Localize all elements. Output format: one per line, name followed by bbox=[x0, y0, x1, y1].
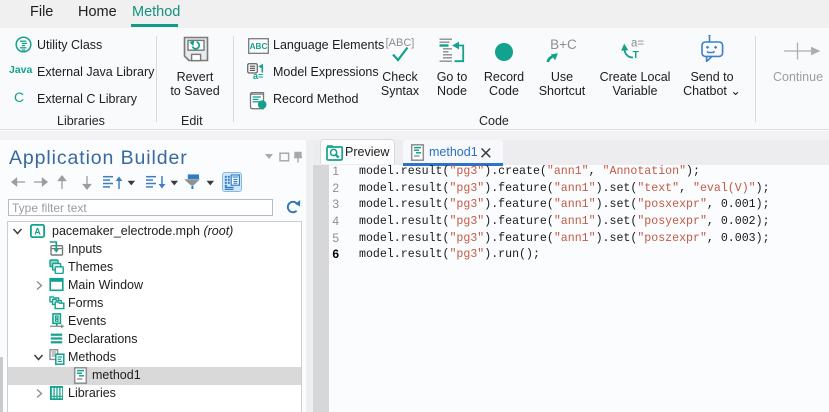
svg-text:ABC: ABC bbox=[250, 42, 268, 51]
svg-text:a=: a= bbox=[253, 71, 263, 80]
svg-text:T: T bbox=[633, 49, 640, 60]
svg-text:A: A bbox=[34, 226, 41, 236]
svg-text:a=: a= bbox=[631, 38, 644, 50]
svg-text:[ABC]: [ABC] bbox=[386, 37, 415, 49]
svg-text:B+C: B+C bbox=[550, 37, 577, 52]
